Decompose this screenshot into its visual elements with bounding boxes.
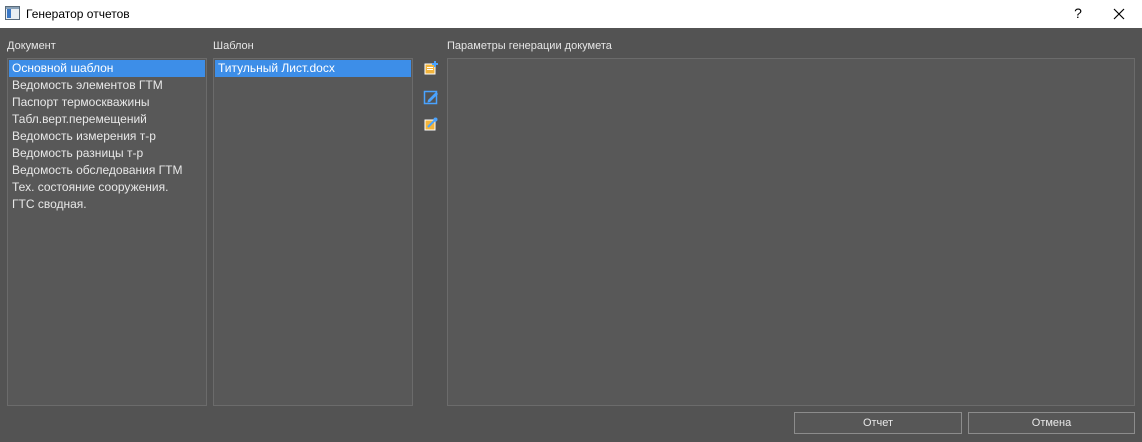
template-settings-icon [424,117,438,131]
document-item[interactable]: Тех. состояние сооружения. [9,179,205,196]
app-icon [5,6,20,20]
params-label: Параметры генерации докумета [447,40,612,52]
edit-template-button[interactable] [423,89,439,105]
template-item[interactable]: Титульный Лист.docx [215,60,411,77]
help-button[interactable]: ? [1061,0,1095,28]
document-item[interactable]: Ведомость разницы т-р [9,145,205,162]
document-item[interactable]: ГТС сводная. [9,196,205,213]
document-label: Документ [7,40,56,52]
close-icon [1113,8,1125,20]
title-bar: Генератор отчетов ? [0,0,1142,28]
add-template-button[interactable] [423,60,439,76]
document-item[interactable]: Ведомость элементов ГТМ [9,77,205,94]
close-button[interactable] [1096,0,1142,28]
template-list[interactable]: Титульный Лист.docx [213,58,413,406]
document-item[interactable]: Ведомость обследования ГТМ [9,162,205,179]
add-template-icon [424,61,438,75]
document-item[interactable]: Табл.верт.перемещений [9,111,205,128]
params-panel[interactable] [447,58,1135,406]
document-item[interactable]: Основной шаблон [9,60,205,77]
document-item[interactable]: Ведомость измерения т-р [9,128,205,145]
document-item[interactable]: Паспорт термоскважины [9,94,205,111]
cancel-button[interactable]: Отмена [968,412,1135,434]
report-button[interactable]: Отчет [794,412,962,434]
template-label: Шаблон [213,40,254,52]
document-list[interactable]: Основной шаблон Ведомость элементов ГТМ … [7,58,207,406]
template-settings-button[interactable] [423,116,439,132]
window-title: Генератор отчетов [26,7,130,21]
edit-template-icon [423,90,438,105]
